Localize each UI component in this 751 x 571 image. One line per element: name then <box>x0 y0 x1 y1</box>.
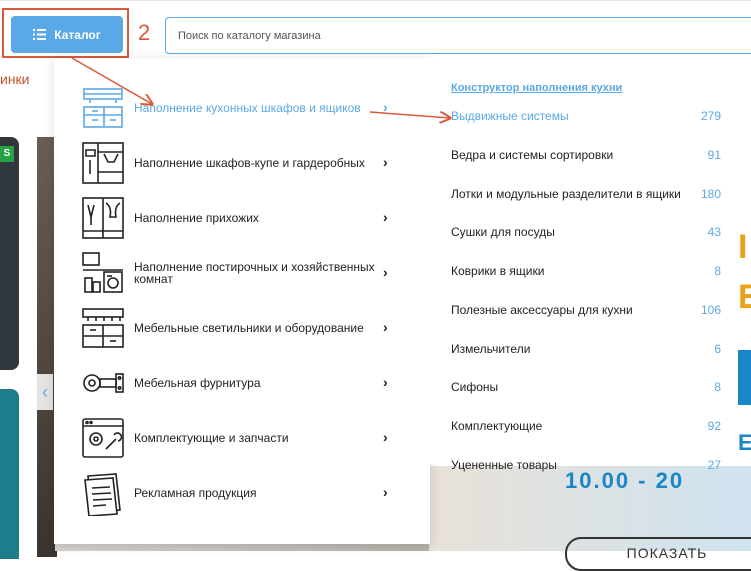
chevron-right-icon: › <box>383 484 388 500</box>
submenu-item[interactable]: Сушки для посуды 43 <box>451 223 721 241</box>
menu-item-label: Мебельная фурнитура <box>134 376 261 390</box>
background-nav-text[interactable]: инки <box>0 71 30 87</box>
submenu-item[interactable]: Ведра и системы сортировки 91 <box>451 146 721 164</box>
submenu-item-count: 6 <box>714 342 721 356</box>
chevron-right-icon: › <box>383 209 388 225</box>
header-top-border <box>0 0 751 1</box>
menu-item-label: Наполнение прихожих <box>134 211 259 225</box>
submenu-item-count: 279 <box>700 109 721 123</box>
chevron-right-icon: › <box>383 374 388 390</box>
submenu-item-name: Лотки и модульные разделители в ящики <box>451 187 681 201</box>
menu-item-fittings[interactable]: Мебельная фурнитура › <box>54 358 430 408</box>
chevron-right-icon: › <box>383 99 388 115</box>
catalog-brochure-icon <box>84 473 121 516</box>
background-banner-text: E <box>738 278 751 316</box>
submenu-item-name: Комплектующие <box>451 419 543 433</box>
submenu-item-name: Сушки для посуды <box>451 225 555 239</box>
chevron-right-icon: › <box>383 319 388 335</box>
hallway-icon <box>82 197 124 239</box>
submenu-item[interactable]: Коврики в ящики 8 <box>451 262 721 280</box>
submenu-item[interactable]: Комплектующие 92 <box>451 417 721 435</box>
submenu-item[interactable]: Выдвижные системы 279 <box>451 107 721 125</box>
submenu-item-name: Ведра и системы сортировки <box>451 148 614 162</box>
submenu-item-count: 8 <box>714 380 721 394</box>
submenu-item-name: Измельчители <box>451 342 531 356</box>
catalog-submenu: Конструктор наполнения кухни Выдвижные с… <box>430 58 738 472</box>
submenu-item[interactable]: Сифоны 8 <box>451 378 721 396</box>
kitchen-cabinet-icon <box>83 88 123 128</box>
menu-item-label: Наполнение постирочных и хозяйственных к… <box>134 260 375 286</box>
submenu-item[interactable]: Полезные аксессуары для кухни 106 <box>451 301 721 319</box>
submenu-item-count: 91 <box>707 148 721 162</box>
catalog-button-label: Каталог <box>54 27 101 42</box>
menu-item-kitchen[interactable]: Наполнение кухонных шкафов и ящиков › <box>54 83 430 133</box>
submenu-item-name: Полезные аксессуары для кухни <box>451 303 633 317</box>
hinge-icon <box>83 373 124 393</box>
menu-item-label: Рекламная продукция <box>134 486 257 500</box>
slider-prev-arrow[interactable]: ‹ <box>37 374 53 410</box>
submenu-item-name: Коврики в ящики <box>451 264 545 278</box>
catalog-menu: Наполнение кухонных шкафов и ящиков › На… <box>54 58 430 544</box>
submenu-item[interactable]: Лотки и модульные разделители в ящики 18… <box>451 185 721 203</box>
furniture-light-icon <box>82 308 124 348</box>
laundry-icon <box>82 252 123 293</box>
background-show-button[interactable]: ПОКАЗАТЬ <box>565 537 751 571</box>
submenu-item-count: 106 <box>700 303 721 317</box>
list-icon <box>33 29 47 40</box>
submenu-item[interactable]: Уцененные товары 27 <box>451 456 721 474</box>
submenu-item-name: Выдвижные системы <box>451 109 569 123</box>
tools-icon <box>82 418 124 458</box>
background-badge: S <box>0 146 14 162</box>
submenu-item-count: 180 <box>700 187 721 201</box>
annotation-step-number: 2 <box>138 20 151 45</box>
menu-item-lights[interactable]: Мебельные светильники и оборудование › <box>54 303 430 353</box>
menu-item-components[interactable]: Комплектующие и запчасти › <box>54 413 430 463</box>
menu-item-laundry[interactable]: Наполнение постирочных и хозяйственных к… <box>54 248 430 298</box>
chevron-right-icon: › <box>383 264 388 280</box>
submenu-item-count: 92 <box>707 419 721 433</box>
catalog-button[interactable]: Каталог <box>11 16 123 53</box>
submenu-item-count: 43 <box>707 225 721 239</box>
menu-item-promo[interactable]: Рекламная продукция › <box>54 468 430 518</box>
wardrobe-icon <box>82 142 124 184</box>
submenu-heading-link[interactable]: Конструктор наполнения кухни <box>451 82 622 94</box>
background-banner-left <box>0 137 19 370</box>
chevron-right-icon: › <box>383 429 388 445</box>
search-box[interactable] <box>165 17 751 54</box>
submenu-item[interactable]: Измельчители 6 <box>451 340 721 358</box>
submenu-item-count: 8 <box>714 264 721 278</box>
submenu-item-name: Сифоны <box>451 380 499 394</box>
menu-item-wardrobe[interactable]: Наполнение шкафов-купе и гардеробных › <box>54 138 430 188</box>
background-banner-text: I <box>738 228 748 266</box>
background-banner-blue <box>738 350 751 405</box>
submenu-item-count: 27 <box>707 458 721 472</box>
background-banner-text: E <box>738 430 751 455</box>
menu-item-hallway[interactable]: Наполнение прихожих › <box>54 193 430 243</box>
search-input[interactable] <box>166 18 750 53</box>
menu-item-label: Комплектующие и запчасти <box>134 431 289 445</box>
menu-item-label: Наполнение кухонных шкафов и ящиков <box>134 101 361 115</box>
menu-item-label: Наполнение шкафов-купе и гардеробных <box>134 156 365 170</box>
menu-item-label: Мебельные светильники и оборудование <box>134 321 364 335</box>
chevron-right-icon: › <box>383 154 388 170</box>
background-banner-left-lower <box>0 389 19 559</box>
submenu-item-name: Уцененные товары <box>451 458 557 472</box>
